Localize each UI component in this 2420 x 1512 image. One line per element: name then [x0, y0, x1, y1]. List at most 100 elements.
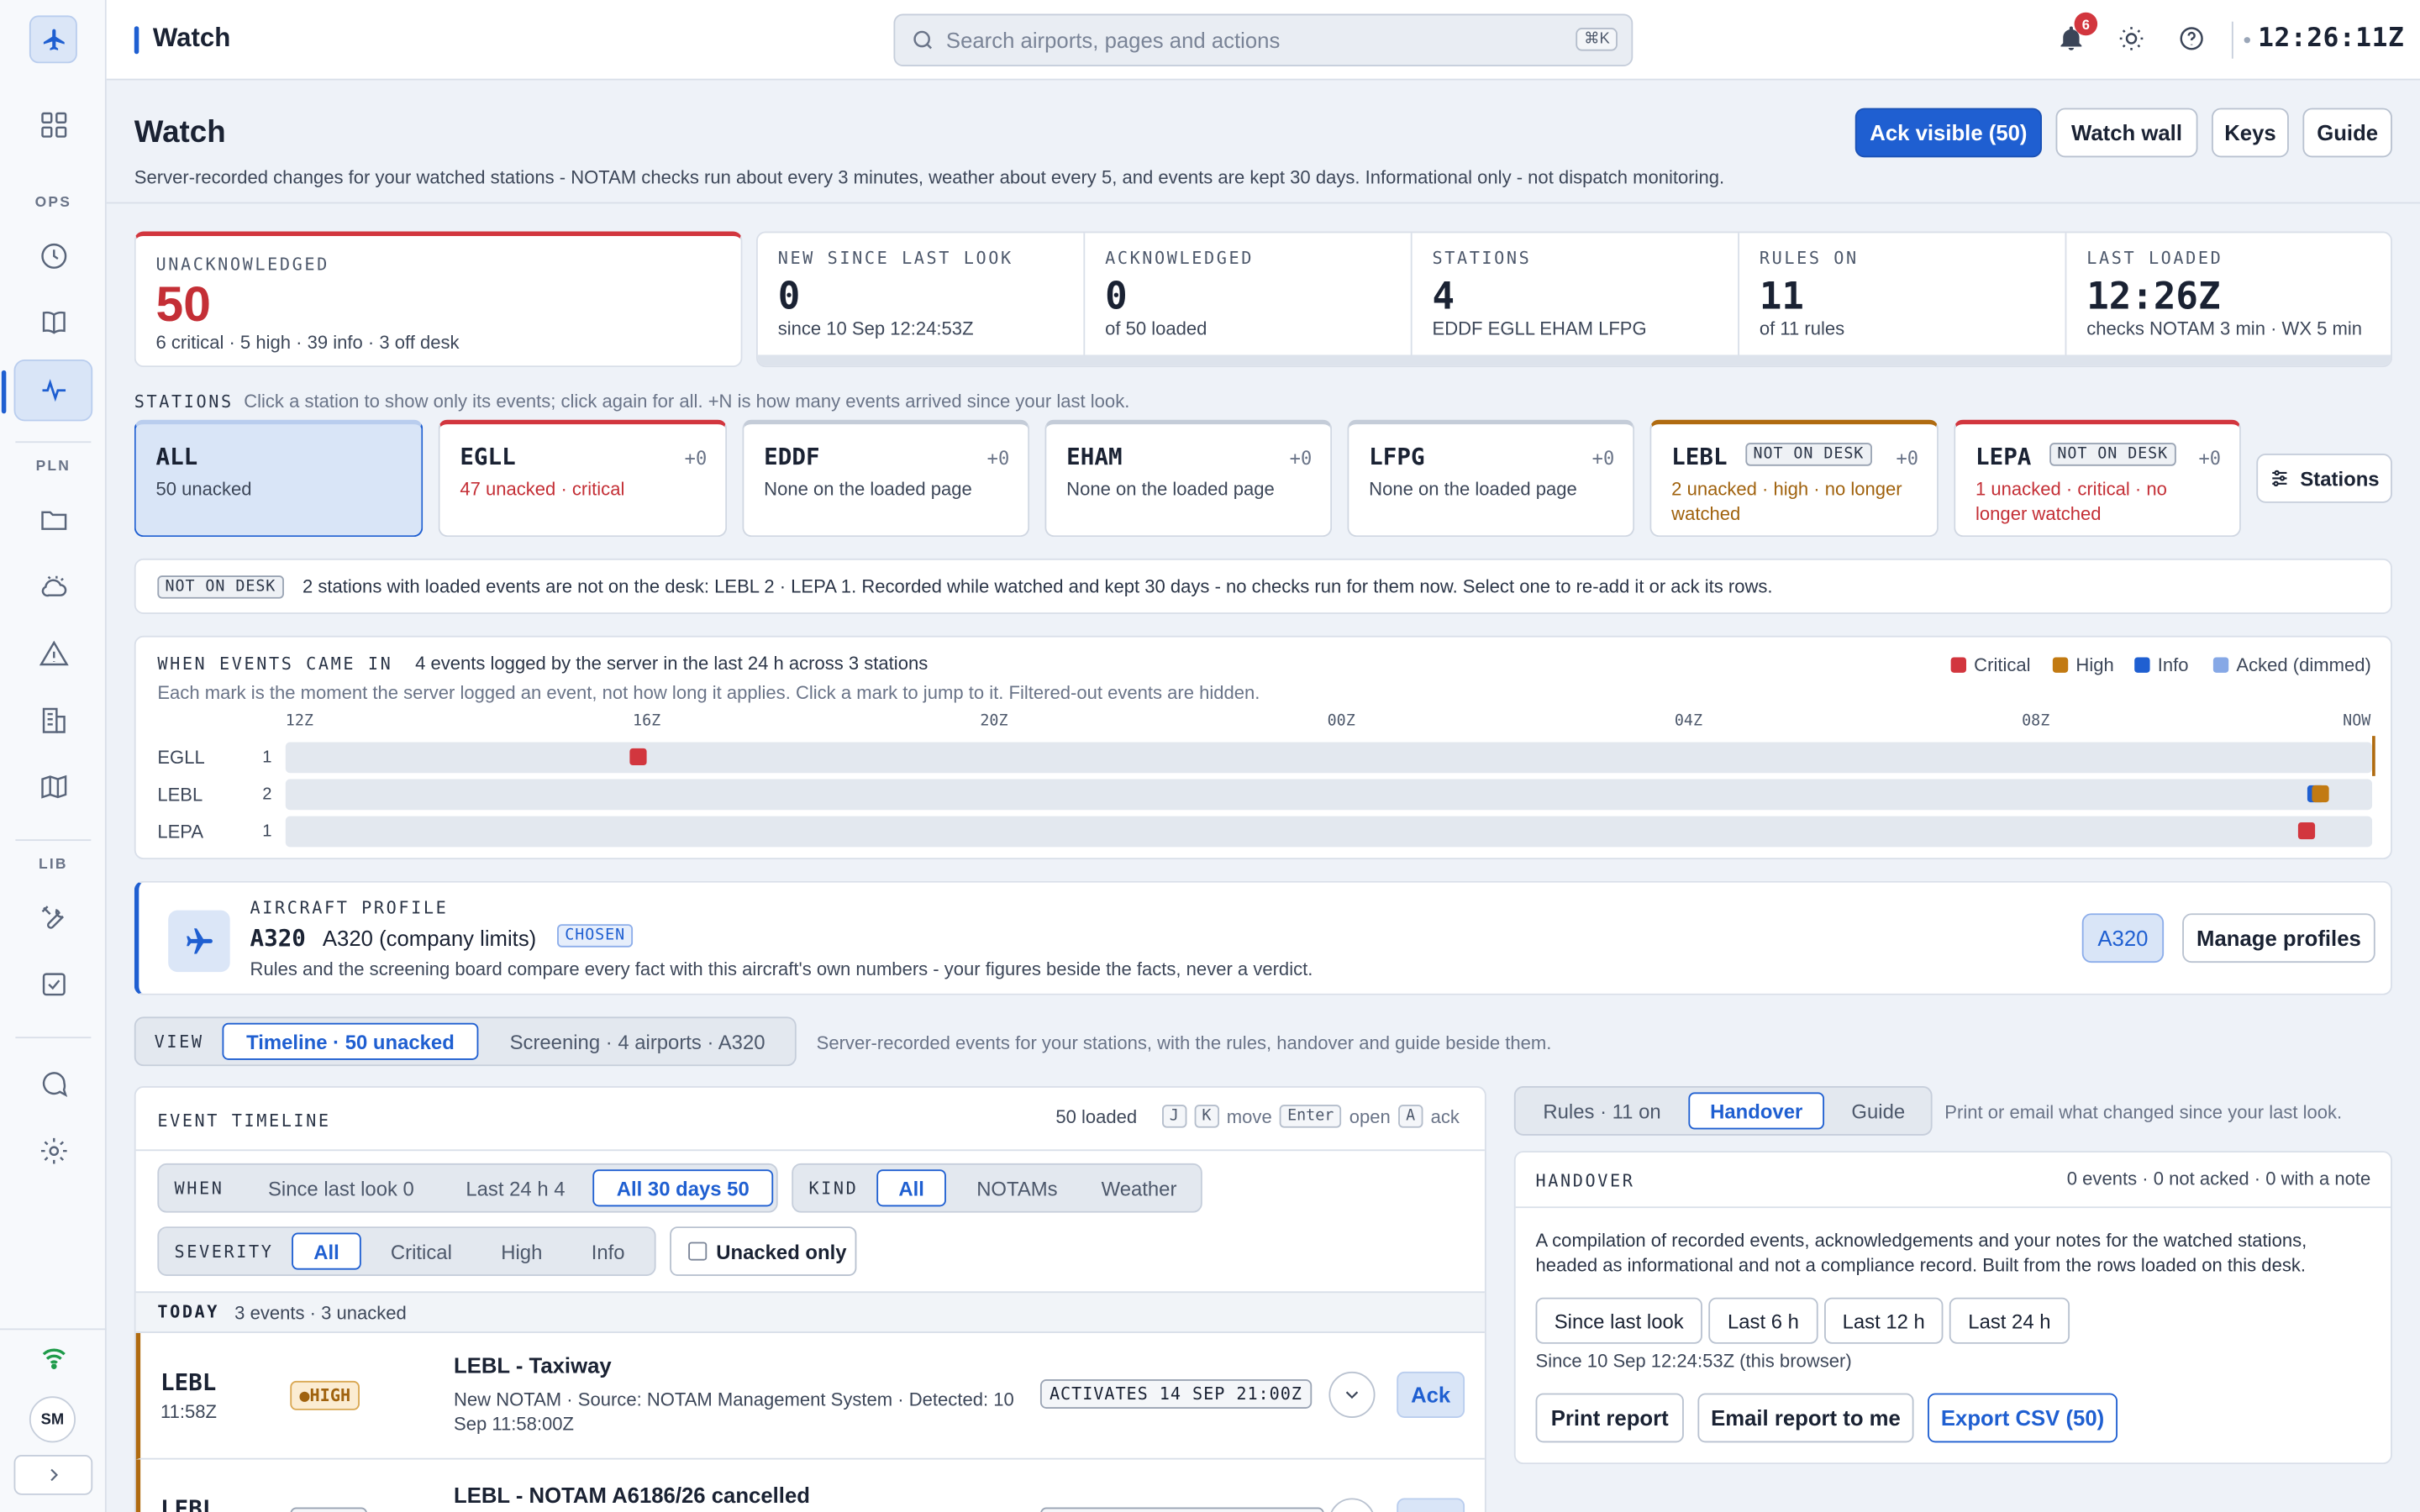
page-subtitle: Server-recorded changes for your watched… [134, 166, 1725, 189]
email-report-button[interactable]: Email report to me [1697, 1393, 1914, 1443]
help-icon[interactable] [2178, 24, 2206, 52]
aircraft-profile-label: AIRCRAFT PROFILE [250, 897, 449, 918]
nav-briefing[interactable] [14, 291, 93, 353]
range-last-24h[interactable]: Last 24 h [1949, 1297, 2070, 1344]
aircraft-type: A320 [250, 924, 306, 953]
topbar: Watch Search airports, pages and actions… [106, 0, 2420, 81]
station-card-eddf[interactable]: EDDF +0 None on the loaded page [742, 419, 1030, 538]
ack-button[interactable]: Ack [1397, 1498, 1465, 1512]
x-tick: 20Z [980, 712, 1008, 730]
aircraft-select-button[interactable]: A320 [2081, 913, 2165, 963]
event-row[interactable]: LEBL 11:58Z ●HIGH LEBL - Taxiway New NOT… [135, 1332, 1485, 1460]
nav-tools[interactable] [14, 887, 93, 948]
event-mark-egll[interactable] [629, 748, 646, 766]
kind-weather[interactable]: Weather [1085, 1169, 1193, 1206]
stat-label: ACKNOWLEDGED [1105, 248, 1254, 269]
keys-button[interactable]: Keys [2212, 108, 2289, 158]
key-k: K [1194, 1105, 1219, 1128]
station-summary: None on the loaded page [1369, 478, 1577, 501]
print-report-button[interactable]: Print report [1535, 1393, 1684, 1443]
station-new-count: +0 [2198, 447, 2222, 470]
book-icon [41, 311, 65, 334]
handover-summary: 0 events · 0 not acked · 0 with a note [2066, 1168, 2371, 1190]
aircraft-description: Rules and the screening board compare ev… [250, 958, 1313, 980]
topbar-divider [2231, 21, 2233, 59]
manage-profiles-button[interactable]: Manage profiles [2182, 913, 2375, 963]
nav-chat[interactable] [14, 1053, 93, 1115]
station-card-eham[interactable]: EHAM +0 None on the loaded page [1044, 419, 1333, 538]
right-panel-tabs: Rules · 11 on Handover Guide [1513, 1086, 1933, 1136]
event-mark-lepa[interactable] [2298, 822, 2316, 840]
sidebar-expand-button[interactable] [13, 1455, 93, 1495]
unacked-only-checkbox[interactable] [688, 1242, 708, 1261]
user-avatar[interactable]: SM [29, 1396, 76, 1443]
station-card-lfpg[interactable]: LFPG +0 None on the loaded page [1347, 419, 1635, 538]
nav-checklist[interactable] [14, 953, 93, 1015]
kind-notams[interactable]: NOTAMs [959, 1169, 1076, 1206]
station-card-lebl[interactable]: LEBL NOT ON DESK +0 2 unacked · high · n… [1649, 419, 1939, 538]
nav-weather[interactable] [14, 555, 93, 617]
nav-map[interactable] [14, 756, 93, 817]
page-title: Watch [134, 115, 226, 150]
when-last-24h[interactable]: Last 24 h 4 [446, 1169, 585, 1206]
expand-event-button[interactable] [1328, 1371, 1376, 1418]
legend-acked: Acked (dimmed) [2212, 654, 2371, 675]
tab-screening[interactable]: Screening · 4 airports · A320 [491, 1023, 784, 1060]
tab-guide[interactable]: Guide [1833, 1092, 1923, 1129]
severity-critical[interactable]: Critical [372, 1233, 471, 1270]
search-box[interactable]: Search airports, pages and actions ⌘K [893, 13, 1634, 66]
severity-info[interactable]: Info [570, 1233, 647, 1270]
when-since-last-look[interactable]: Since last look 0 [249, 1169, 434, 1206]
wifi-icon [41, 1348, 65, 1369]
watch-wall-button[interactable]: Watch wall [2055, 108, 2198, 158]
ack-button[interactable]: Ack [1397, 1371, 1465, 1418]
range-last-12h[interactable]: Last 12 h [1824, 1297, 1944, 1344]
ack-visible-button[interactable]: Ack visible (50) [1854, 108, 2042, 158]
station-card-lepa[interactable]: LEPA NOT ON DESK +0 1 unacked · critical… [1954, 419, 2241, 538]
nav-alerts[interactable] [14, 623, 93, 685]
station-summary: 50 unacked [155, 478, 252, 501]
nav-dashboard[interactable] [14, 94, 93, 155]
kind-label: KIND [808, 1179, 859, 1200]
stations-settings-button[interactable]: Stations [2256, 454, 2392, 503]
tab-timeline[interactable]: Timeline · 50 unacked [222, 1022, 479, 1060]
chevron-down-icon [1345, 1391, 1359, 1399]
stat-value: 0 [777, 274, 801, 318]
app-logo[interactable] [29, 15, 77, 64]
expand-event-button[interactable] [1328, 1498, 1376, 1512]
station-card-egll[interactable]: EGLL +0 47 unacked · critical [438, 419, 728, 538]
range-last-6h[interactable]: Last 6 h [1708, 1297, 1818, 1344]
stations-hint: Click a station to show only its events;… [244, 390, 1130, 412]
range-since-last-look[interactable]: Since last look [1535, 1297, 1702, 1344]
today-label: TODAY [157, 1302, 220, 1323]
severity-high[interactable]: High [480, 1233, 563, 1270]
stat-value: 12:26Z [2086, 274, 2221, 318]
event-mark-lebl[interactable] [2311, 785, 2328, 803]
search-input[interactable]: Search airports, pages and actions [946, 28, 1280, 52]
nav-settings[interactable] [14, 1120, 93, 1181]
guide-button[interactable]: Guide [2302, 108, 2392, 158]
activity-icon [41, 379, 66, 402]
when-all-30-days[interactable]: All 30 days 50 [592, 1169, 774, 1207]
nav-clock[interactable] [14, 225, 93, 286]
nav-folder[interactable] [14, 489, 93, 550]
severity-all[interactable]: All [292, 1232, 361, 1270]
nav-airports[interactable] [14, 690, 93, 751]
tab-rules[interactable]: Rules · 11 on [1525, 1092, 1680, 1129]
station-card-all[interactable]: ALL 50 unacked [134, 419, 424, 538]
stat-new-since: NEW SINCE LAST LOOK 0 since 10 Sep 12:24… [758, 233, 1086, 357]
kind-all[interactable]: All [876, 1169, 946, 1207]
event-row[interactable]: LEBL LEBL - NOTAM A6186/26 cancelled Ack [135, 1459, 1485, 1512]
unacked-only-toggle[interactable]: Unacked only [670, 1226, 857, 1276]
sun-icon[interactable] [2118, 24, 2145, 52]
severity-filter: SEVERITY All Critical High Info [157, 1226, 656, 1276]
stat-stations: STATIONS 4 EDDF EGLL EHAM LFPG [1413, 233, 1739, 357]
severity-badge [290, 1507, 368, 1512]
export-csv-button[interactable]: Export CSV (50) [1928, 1393, 2118, 1443]
view-hint: Server-recorded events for your stations… [816, 1032, 1552, 1054]
events-chart: WHEN EVENTS CAME IN 4 events logged by t… [134, 635, 2392, 860]
today-summary: 3 events · 3 unacked [234, 1302, 407, 1324]
nav-watch[interactable] [1, 359, 93, 422]
unacknowledged-card[interactable]: UNACKNOWLEDGED 50 6 critical · 5 high · … [134, 231, 743, 368]
tab-handover[interactable]: Handover [1688, 1092, 1825, 1130]
